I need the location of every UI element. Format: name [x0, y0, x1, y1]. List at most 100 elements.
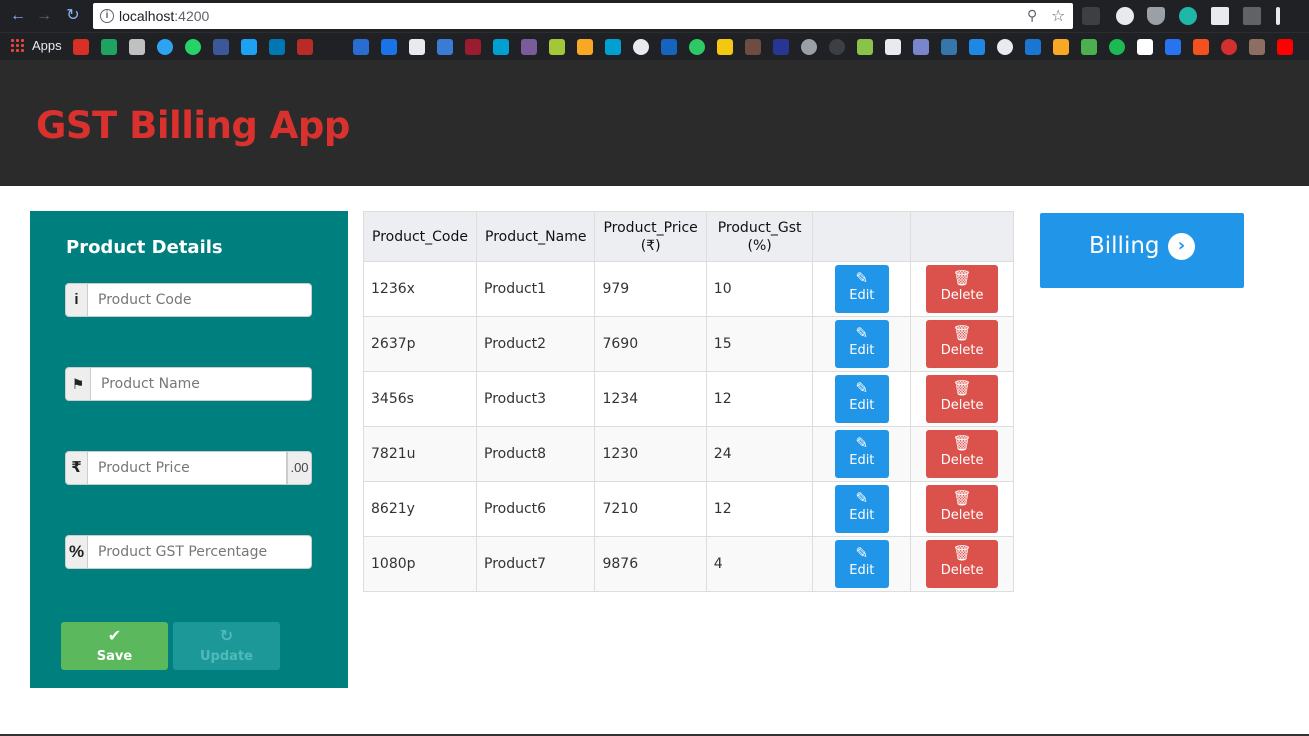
edit-icon: ✎ [855, 324, 869, 342]
bookmark-icon[interactable] [521, 39, 537, 55]
product-name-input[interactable] [90, 367, 312, 401]
bookmark-icon[interactable] [717, 39, 733, 55]
back-arrow-icon[interactable]: ← [8, 6, 28, 26]
bookmark-icon[interactable] [857, 39, 873, 55]
bookmark-drive-icon[interactable] [101, 39, 117, 55]
extension-icon[interactable] [1243, 7, 1261, 25]
edit-button[interactable]: ✎ Edit [834, 485, 889, 533]
url-text: localhost:4200 [119, 8, 209, 24]
site-info-icon[interactable]: i [100, 9, 114, 23]
extension-icon[interactable] [1082, 7, 1100, 25]
delete-button[interactable]: 🗑 Delete [926, 430, 999, 478]
bookmark-linkedin-icon[interactable] [269, 39, 285, 55]
bookmark-icon[interactable] [745, 39, 761, 55]
bookmark-icon[interactable] [633, 39, 649, 55]
cell-delete: 🗑 Delete [910, 481, 1014, 537]
bookmark-icon[interactable] [353, 39, 369, 55]
bookmark-icon[interactable] [773, 39, 789, 55]
bookmark-icon[interactable] [1053, 39, 1069, 55]
table-row: 1080p Product7 9876 4 ✎ Edit 🗑 Delete [363, 536, 1014, 592]
header-delete [910, 211, 1014, 262]
delete-button[interactable]: 🗑 Delete [926, 540, 999, 588]
address-bar[interactable]: i localhost:4200 ⚲ ☆ [93, 3, 1073, 29]
trash-icon: 🗑 [952, 544, 972, 562]
bookmark-hackerrank-icon[interactable] [689, 39, 705, 55]
url-host: localhost [119, 8, 175, 24]
product-code-input[interactable] [87, 283, 312, 317]
bookmark-icon[interactable] [437, 39, 453, 55]
bookmark-youtube-icon[interactable] [1277, 39, 1293, 55]
browser-toolbar: ← → ↻ i localhost:4200 ⚲ ☆ [0, 0, 1309, 32]
shield-extension-icon[interactable] [1147, 7, 1165, 25]
product-gst-input[interactable] [87, 535, 312, 569]
bookmark-icon[interactable] [829, 39, 845, 55]
bookmark-python-icon[interactable] [941, 39, 957, 55]
extension-icon[interactable] [1211, 7, 1229, 25]
table-row: 7821u Product8 1230 24 ✎ Edit 🗑 Delete [363, 426, 1014, 482]
bookmark-gmail-icon[interactable] [73, 39, 89, 55]
extension-icon[interactable] [1116, 7, 1134, 25]
billing-button[interactable]: Billing › [1040, 213, 1244, 288]
bookmark-edx-icon[interactable] [465, 39, 481, 55]
delete-label: Delete [940, 453, 984, 468]
reload-icon[interactable]: ↻ [63, 6, 83, 26]
edit-button[interactable]: ✎ Edit [834, 265, 889, 313]
delete-button[interactable]: 🗑 Delete [926, 375, 999, 423]
product-price-field: ₹ .00 [65, 451, 312, 485]
edit-button[interactable]: ✎ Edit [834, 375, 889, 423]
delete-button[interactable]: 🗑 Delete [926, 485, 999, 533]
update-button[interactable]: ↻ Update [173, 622, 280, 670]
bookmark-icon[interactable] [1249, 39, 1265, 55]
bookmark-icon[interactable] [969, 39, 985, 55]
bookmark-star-icon[interactable]: ☆ [1051, 6, 1069, 25]
cell-price: 7690 [594, 316, 707, 372]
product-price-input[interactable] [87, 451, 287, 485]
bookmark-icon[interactable] [1221, 39, 1237, 55]
bookmark-icon[interactable] [1025, 39, 1041, 55]
bookmark-icon[interactable] [409, 39, 425, 55]
bookmark-icon[interactable] [577, 39, 593, 55]
bookmark-quora-icon[interactable] [297, 39, 313, 55]
edit-button[interactable]: ✎ Edit [834, 430, 889, 478]
bookmark-icon[interactable] [605, 39, 621, 55]
bookmark-icon[interactable] [157, 39, 173, 55]
trash-icon: 🗑 [952, 434, 972, 452]
bookmark-apps[interactable]: Apps [10, 38, 62, 53]
cell-name: Product1 [475, 261, 596, 317]
edit-label: Edit [849, 563, 875, 578]
cell-edit: ✎ Edit [812, 426, 912, 482]
extension-icon[interactable] [1179, 7, 1197, 25]
edit-button[interactable]: ✎ Edit [834, 540, 889, 588]
delete-button[interactable]: 🗑 Delete [926, 320, 999, 368]
zoom-icon[interactable]: ⚲ [1027, 7, 1045, 25]
delete-label: Delete [940, 563, 984, 578]
forward-arrow-icon[interactable]: → [34, 6, 54, 26]
cell-gst: 10 [705, 261, 814, 317]
bookmark-twitter-icon[interactable] [241, 39, 257, 55]
save-button[interactable]: ✔ Save [61, 622, 168, 670]
bookmark-facebook-icon[interactable] [213, 39, 229, 55]
rupee-icon: ₹ [65, 451, 88, 485]
delete-button[interactable]: 🗑 Delete [926, 265, 999, 313]
edit-button[interactable]: ✎ Edit [834, 320, 889, 368]
bookmark-icon[interactable] [661, 39, 677, 55]
bookmark-android-icon[interactable] [549, 39, 565, 55]
bookmark-amazon-icon[interactable] [1137, 39, 1153, 55]
delete-label: Delete [940, 398, 984, 413]
bookmark-udemy-icon[interactable] [493, 39, 509, 55]
bookmark-whatsapp-icon[interactable] [185, 39, 201, 55]
bookmark-icon[interactable] [381, 39, 397, 55]
bookmark-icon[interactable] [913, 39, 929, 55]
bookmark-icon[interactable] [1081, 39, 1097, 55]
bookmark-icon[interactable] [885, 39, 901, 55]
bookmark-icon[interactable] [1109, 39, 1125, 55]
bookmark-flipkart-icon[interactable] [1165, 39, 1181, 55]
edit-label: Edit [849, 343, 875, 358]
billing-label: Billing [1089, 233, 1160, 259]
panel-title: Product Details [66, 237, 223, 258]
bookmark-icon[interactable] [1193, 39, 1209, 55]
bookmark-icon[interactable] [801, 39, 817, 55]
menu-icon[interactable] [1276, 7, 1280, 25]
bookmark-icon[interactable] [997, 39, 1013, 55]
bookmark-icon[interactable] [129, 39, 145, 55]
